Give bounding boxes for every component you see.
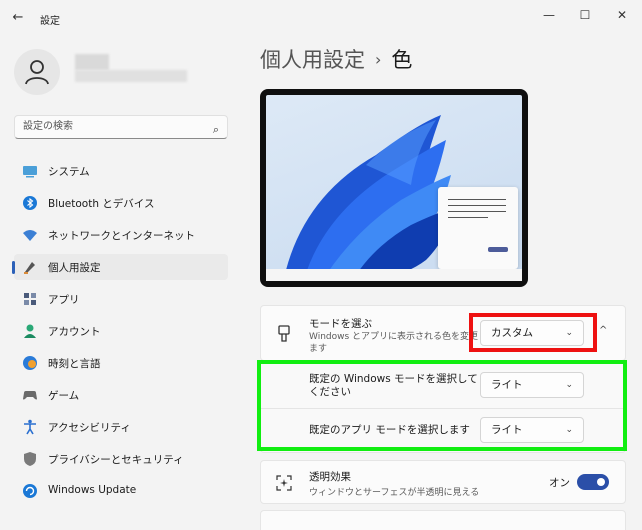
sidebar-item-privacy[interactable]: プライバシーとセキュリティ — [14, 446, 228, 472]
sidebar-item-bluetooth[interactable]: Bluetooth とデバイス — [14, 190, 228, 216]
toggle-knob — [597, 478, 605, 486]
red-highlight-box — [469, 313, 597, 352]
system-icon — [23, 166, 37, 178]
app-title: 設定 — [40, 16, 60, 27]
next-setting-card[interactable] — [260, 510, 626, 530]
chevron-up-icon[interactable]: ^ — [599, 325, 607, 336]
breadcrumb-separator: › — [375, 50, 382, 69]
sidebar-item-label: ゲーム — [48, 390, 80, 402]
sidebar-item-time-language[interactable]: 時刻と言語 — [14, 350, 228, 376]
sidebar-item-label: プライバシーとセキュリティ — [48, 454, 184, 466]
redacted-email — [75, 70, 187, 82]
sidebar-item-personalization[interactable]: 個人用設定 — [12, 254, 228, 280]
preview-taskbar — [266, 269, 522, 281]
search-placeholder: 設定の検索 — [23, 121, 73, 132]
sidebar-item-label: Windows Update — [48, 484, 137, 496]
sidebar-item-label: Bluetooth とデバイス — [48, 198, 155, 210]
avatar[interactable] — [14, 49, 60, 95]
sidebar-item-accounts[interactable]: アカウント — [14, 318, 228, 344]
page-title: 色 — [391, 48, 413, 72]
sidebar-item-gaming[interactable]: ゲーム — [14, 382, 228, 408]
bluetooth-icon — [23, 196, 37, 210]
green-highlight-box — [257, 360, 627, 451]
back-arrow-icon[interactable]: ← — [10, 10, 26, 26]
windows-update-icon — [23, 484, 37, 498]
user-icon — [25, 60, 49, 85]
privacy-icon — [24, 452, 36, 466]
personalization-icon — [24, 262, 35, 274]
sidebar-item-label: 時刻と言語 — [48, 358, 101, 370]
preview-button — [488, 247, 508, 252]
breadcrumb: 個人用設定 › 色 — [260, 44, 412, 74]
search-input[interactable]: 設定の検索 ⌕ — [14, 115, 228, 139]
sidebar-item-network[interactable]: ネットワークとインターネット — [14, 222, 228, 248]
search-icon[interactable]: ⌕ — [213, 119, 219, 141]
close-icon[interactable]: ✕ — [610, 6, 634, 24]
network-icon — [23, 230, 37, 241]
title-bar: ← 設定 — ☐ ✕ — [0, 0, 642, 34]
toggle-state-label: オン — [549, 477, 570, 489]
breadcrumb-parent[interactable]: 個人用設定 — [260, 48, 365, 72]
transparency-setting-card: 透明効果 ウィンドウとサーフェスが半透明に見える オン — [260, 460, 626, 504]
sidebar-item-accessibility[interactable]: アクセシビリティ — [14, 414, 228, 440]
mode-description: Windows とアプリに表示される色を変更します — [309, 332, 488, 354]
account-icon — [24, 324, 36, 338]
sidebar-item-label: ネットワークとインターネット — [48, 230, 195, 242]
wallpaper-preview — [266, 95, 522, 275]
sidebar-item-windows-update[interactable]: Windows Update — [14, 478, 228, 504]
redacted-username — [75, 54, 109, 70]
sidebar-item-apps[interactable]: アプリ — [14, 286, 228, 312]
sidebar-item-label: アカウント — [48, 326, 101, 338]
sidebar-item-system[interactable]: システム — [14, 158, 228, 184]
theme-preview — [260, 89, 528, 287]
transparency-toggle[interactable] — [577, 474, 609, 490]
mode-title: モードを選ぶ — [309, 318, 372, 330]
sidebar-item-label: アプリ — [48, 294, 80, 306]
time-language-icon — [23, 356, 37, 370]
minimize-icon[interactable]: — — [537, 6, 561, 24]
maximize-icon[interactable]: ☐ — [573, 6, 597, 24]
apps-icon — [24, 293, 36, 305]
brush-icon — [278, 325, 290, 342]
transparency-title: 透明効果 — [309, 471, 351, 483]
transparency-description: ウィンドウとサーフェスが半透明に見える — [309, 488, 480, 498]
sidebar-item-label: 個人用設定 — [48, 262, 101, 274]
gaming-icon — [23, 391, 37, 400]
accessibility-icon — [24, 419, 36, 435]
transparency-icon — [276, 475, 292, 491]
active-indicator — [12, 261, 15, 274]
sidebar-item-label: アクセシビリティ — [48, 422, 131, 434]
preview-window — [438, 187, 518, 269]
sidebar-item-label: システム — [48, 166, 90, 178]
